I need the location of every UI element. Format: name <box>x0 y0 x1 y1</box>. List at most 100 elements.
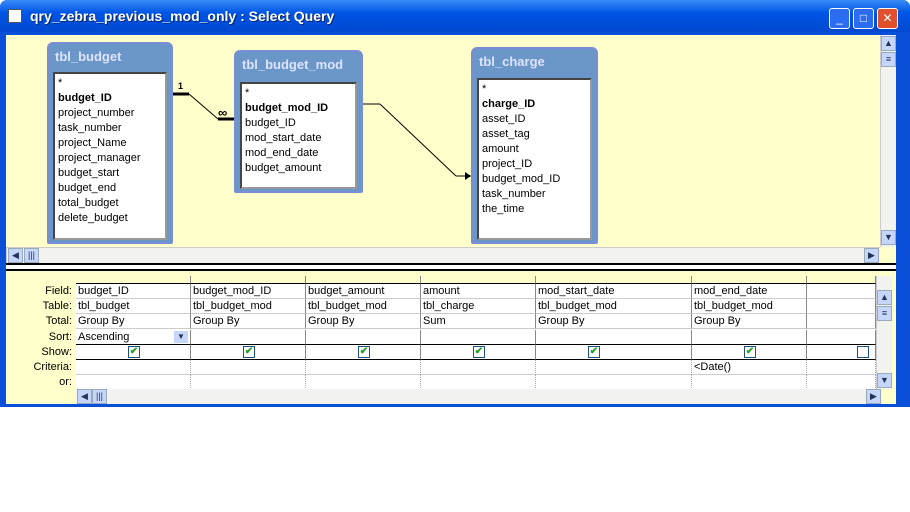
table-title[interactable]: tbl_charge <box>473 49 596 75</box>
field-item[interactable]: charge_ID <box>482 97 587 112</box>
scroll-down-button[interactable]: ▼ <box>881 230 896 245</box>
grid-cell-criteria[interactable] <box>536 360 692 375</box>
grid-cell-total[interactable]: Group By <box>306 314 421 329</box>
field-list[interactable]: * charge_ID asset_ID asset_tag amount project… <box>477 78 592 240</box>
grid-cell-show[interactable]: ✔ <box>306 345 421 360</box>
grid-horizontal-scrollbar[interactable]: ◀ ||| ▶ <box>76 389 882 404</box>
horizontal-scrollbar[interactable]: ◀ ||| ▶ <box>6 247 880 263</box>
column-selector[interactable] <box>76 276 191 284</box>
grid-cell-table[interactable]: tbl_budget_mod <box>191 299 306 314</box>
grid-cell-criteria[interactable] <box>421 360 536 375</box>
grid-cell-total[interactable]: Group By <box>76 314 191 329</box>
field-item[interactable]: budget_start <box>58 166 162 181</box>
grid-cell-criteria[interactable] <box>191 360 306 375</box>
field-item[interactable]: mod_end_date <box>245 146 352 161</box>
grid-cell-sort[interactable] <box>421 330 536 345</box>
grid-cell-or[interactable] <box>306 375 421 390</box>
table-tbl-budget[interactable]: tbl_budget * budget_ID project_number task_… <box>47 42 173 244</box>
show-checkbox[interactable]: ✔ <box>588 346 600 358</box>
field-item[interactable]: asset_tag <box>482 127 587 142</box>
scroll-up-button[interactable]: ▲ <box>881 36 896 51</box>
grid-cell-sort[interactable] <box>191 330 306 345</box>
grid-cell-show[interactable]: ✔ <box>536 345 692 360</box>
grid-cell-total[interactable] <box>807 314 876 329</box>
grid-cell-sort[interactable] <box>306 330 421 345</box>
grid-cell-table[interactable] <box>807 299 876 314</box>
pane-splitter[interactable] <box>6 263 896 271</box>
design-grid[interactable]: budget_ID tbl_budget Group By Ascending ▼ ✔ bu… <box>76 276 876 391</box>
table-tbl-budget-mod[interactable]: tbl_budget_mod * budget_mod_ID budget_ID mo… <box>234 50 363 193</box>
grid-cell-field[interactable]: mod_end_date <box>692 284 807 299</box>
field-item[interactable]: mod_start_date <box>245 131 352 146</box>
grid-cell-field[interactable]: mod_start_date <box>536 284 692 299</box>
show-checkbox[interactable] <box>857 346 869 358</box>
field-item[interactable]: total_budget <box>58 196 162 211</box>
grid-cell-field[interactable]: budget_ID <box>76 284 191 299</box>
scroll-up-button[interactable]: ▲ <box>877 290 892 305</box>
grid-cell-field[interactable]: amount <box>421 284 536 299</box>
grid-cell-total[interactable]: Group By <box>536 314 692 329</box>
column-selector[interactable] <box>807 276 876 284</box>
scroll-left-button[interactable]: ◀ <box>8 248 23 263</box>
grid-cell-criteria[interactable] <box>76 360 191 375</box>
scroll-thumb[interactable]: ||| <box>24 248 39 263</box>
grid-cell-show[interactable]: ✔ <box>191 345 306 360</box>
grid-cell-table[interactable]: tbl_budget_mod <box>536 299 692 314</box>
grid-cell-sort[interactable] <box>807 330 876 345</box>
grid-cell-criteria[interactable]: <Date() <box>692 360 807 375</box>
grid-cell-show[interactable]: ✔ <box>421 345 536 360</box>
field-item[interactable]: budget_mod_ID <box>245 101 352 116</box>
field-item[interactable]: delete_budget <box>58 211 162 226</box>
field-item[interactable]: * <box>482 82 587 97</box>
column-selector[interactable] <box>306 276 421 284</box>
grid-cell-or[interactable] <box>692 375 807 390</box>
scroll-thumb[interactable]: ||| <box>92 389 107 404</box>
grid-cell-total[interactable]: Sum <box>421 314 536 329</box>
grid-cell-total[interactable]: Group By <box>191 314 306 329</box>
show-checkbox[interactable]: ✔ <box>744 346 756 358</box>
field-item[interactable]: asset_ID <box>482 112 587 127</box>
field-item[interactable]: task_number <box>58 121 162 136</box>
grid-cell-table[interactable]: tbl_charge <box>421 299 536 314</box>
column-selector[interactable] <box>692 276 807 284</box>
grid-cell-table[interactable]: tbl_budget <box>76 299 191 314</box>
field-list[interactable]: * budget_ID project_number task_number proje… <box>53 72 167 240</box>
grid-cell-or[interactable] <box>536 375 692 390</box>
table-title[interactable]: tbl_budget_mod <box>236 52 361 78</box>
table-title[interactable]: tbl_budget <box>49 44 171 70</box>
minimize-button[interactable]: _ <box>829 8 850 29</box>
show-checkbox[interactable]: ✔ <box>358 346 370 358</box>
show-checkbox[interactable]: ✔ <box>473 346 485 358</box>
column-selector[interactable] <box>536 276 692 284</box>
field-item[interactable]: task_number <box>482 187 587 202</box>
field-item[interactable]: project_ID <box>482 157 587 172</box>
grid-cell-table[interactable]: tbl_budget_mod <box>306 299 421 314</box>
grid-cell-criteria[interactable] <box>807 360 876 375</box>
field-list[interactable]: * budget_mod_ID budget_ID mod_start_date mod… <box>240 82 357 189</box>
grid-cell-criteria[interactable] <box>306 360 421 375</box>
scroll-down-button[interactable]: ▼ <box>877 373 892 388</box>
scroll-left-button[interactable]: ◀ <box>77 389 92 404</box>
grid-cell-total[interactable]: Group By <box>692 314 807 329</box>
scroll-thumb[interactable]: ≡ <box>877 306 892 321</box>
field-item[interactable]: amount <box>482 142 587 157</box>
field-item[interactable]: budget_mod_ID <box>482 172 587 187</box>
field-item[interactable]: project_number <box>58 106 162 121</box>
field-item[interactable]: * <box>58 76 162 91</box>
grid-cell-field[interactable]: budget_amount <box>306 284 421 299</box>
close-button[interactable]: ✕ <box>877 8 898 29</box>
grid-cell-show[interactable]: ✔ <box>692 345 807 360</box>
grid-cell-or[interactable] <box>76 375 191 390</box>
scroll-right-button[interactable]: ▶ <box>866 389 881 404</box>
grid-cell-field[interactable] <box>807 284 876 299</box>
field-item[interactable]: project_manager <box>58 151 162 166</box>
grid-cell-sort[interactable] <box>692 330 807 345</box>
field-item[interactable]: * <box>245 86 352 101</box>
field-item[interactable]: project_Name <box>58 136 162 151</box>
column-selector[interactable] <box>191 276 306 284</box>
maximize-button[interactable]: □ <box>853 8 874 29</box>
table-tbl-charge[interactable]: tbl_charge * charge_ID asset_ID asset_tag am… <box>471 47 598 244</box>
field-item[interactable]: budget_ID <box>245 116 352 131</box>
grid-cell-field[interactable]: budget_mod_ID <box>191 284 306 299</box>
vertical-scrollbar[interactable]: ▲ ≡ ▼ <box>880 35 896 247</box>
